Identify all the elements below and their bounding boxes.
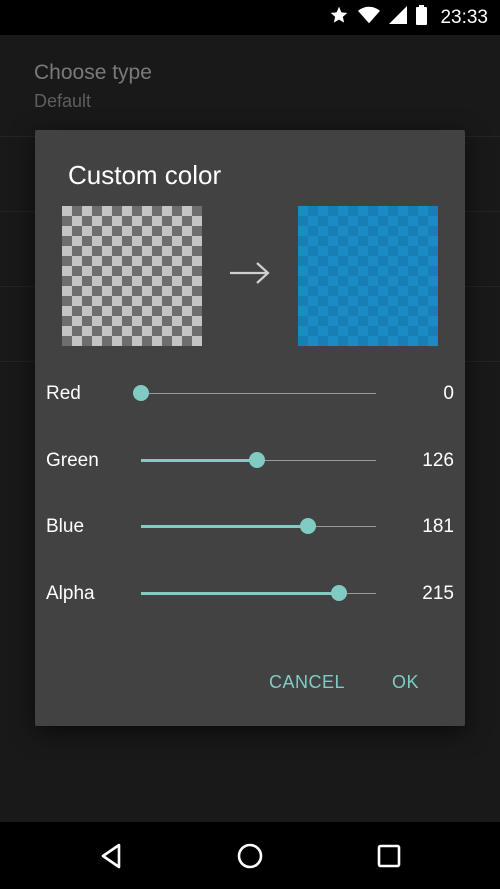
dialog-title: Custom color [68,160,222,190]
wifi-icon [358,6,381,29]
slider-fill [141,459,258,462]
slider-value: 0 [443,383,454,404]
cancel-button[interactable]: CANCEL [269,672,345,693]
status-icons: 23:33 [329,0,488,35]
clock: 23:33 [440,6,488,28]
alpha-slider[interactable] [141,585,376,601]
setting-title[interactable]: Choose type [34,61,152,85]
signal-icon [389,6,408,29]
slider-fill [141,525,308,528]
slider-label: Alpha [46,583,95,604]
slider-label: Red [46,383,81,404]
slider-row-red: Red 0 [35,373,465,413]
source-color-swatch [62,206,202,346]
slider-row-blue: Blue 181 [35,506,465,546]
green-slider[interactable] [141,452,376,468]
red-slider[interactable] [133,385,376,401]
star-icon [329,5,349,30]
back-icon[interactable] [95,840,127,872]
recents-icon[interactable] [373,840,405,872]
custom-color-dialog: Custom color Red 0 Green 126 Blue 181 Al… [35,130,465,726]
slider-row-green: Green 126 [35,440,465,480]
home-icon[interactable] [234,840,266,872]
setting-value: Default [34,91,92,111]
status-bar: 23:33 [0,0,500,35]
slider-thumb[interactable] [299,518,316,534]
slider-value: 215 [422,583,454,604]
slider-label: Blue [46,516,85,537]
slider-row-alpha: Alpha 215 [35,573,465,613]
slider-fill [141,592,340,595]
navigation-bar [0,822,500,889]
slider-thumb[interactable] [331,585,348,601]
arrow-right-icon [228,260,272,291]
slider-value: 126 [422,450,454,471]
slider-thumb[interactable] [249,452,266,468]
slider-thumb[interactable] [133,385,149,401]
battery-icon [416,5,428,30]
slider-value: 181 [422,516,454,537]
result-color-swatch [298,206,438,346]
blue-slider[interactable] [141,518,376,534]
ok-button[interactable]: OK [392,672,419,693]
slider-label: Green [46,450,99,471]
